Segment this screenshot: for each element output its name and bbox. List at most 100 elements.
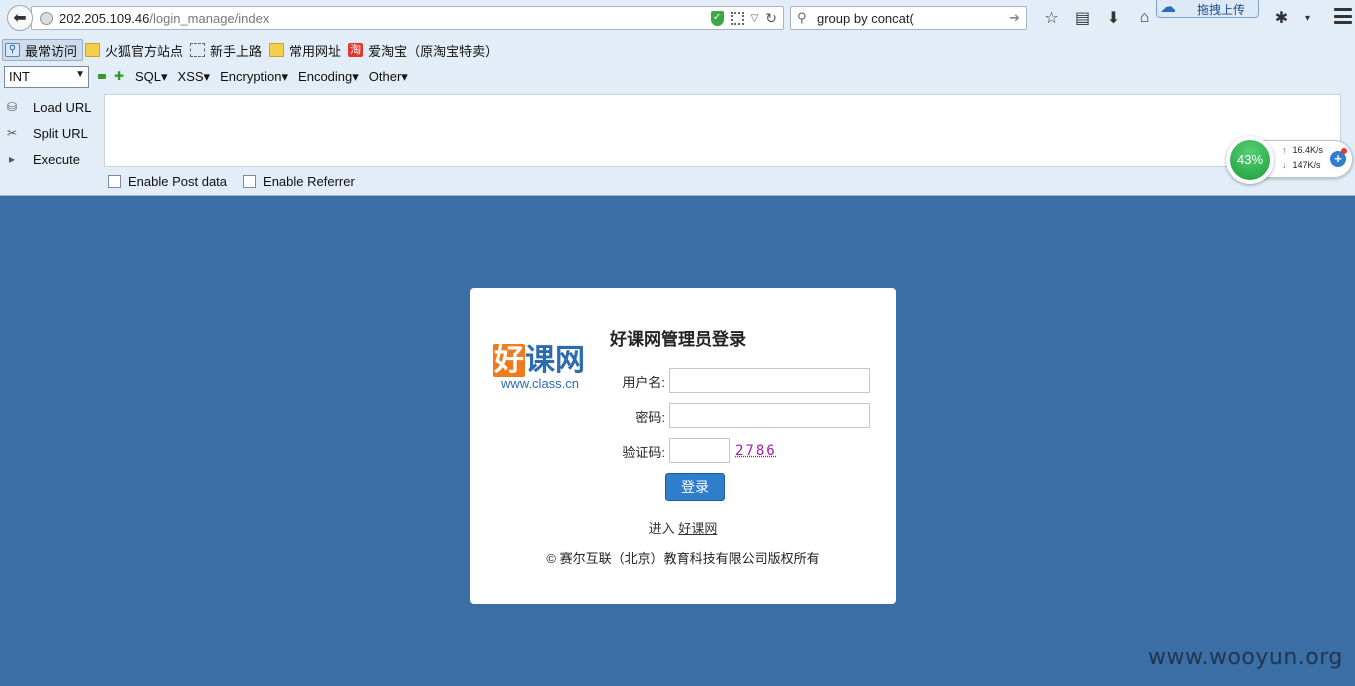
search-icon: ⚲ xyxy=(797,10,807,25)
menu-encoding[interactable]: Encoding▾ xyxy=(298,69,359,85)
select-arrow-icon: ▼ xyxy=(75,69,85,80)
upload-label: 拖拽上传 xyxy=(1197,3,1246,17)
menu-other[interactable]: Other▾ xyxy=(369,69,408,85)
split-url-button[interactable]: ✂ Split URL xyxy=(0,120,100,146)
menu-encryption[interactable]: Encryption▾ xyxy=(220,69,288,85)
search-go-icon[interactable]: ➔ xyxy=(1009,10,1020,26)
checkbox[interactable] xyxy=(243,175,257,188)
captcha-field[interactable] xyxy=(669,438,730,463)
checkbox-label: Enable Referrer xyxy=(263,174,355,189)
page-title: 好课网管理员登录 xyxy=(610,330,746,349)
load-url-button[interactable]: ⛁ Load URL xyxy=(0,94,100,120)
url-icons: ✓ ▽ ↻ xyxy=(710,10,777,27)
download-speed-value: 147K/s xyxy=(1292,160,1321,170)
logo-text-rest: 课网 xyxy=(525,344,585,377)
hamburger-menu-icon[interactable] xyxy=(1334,8,1352,24)
search-text[interactable]: group by concat( xyxy=(817,11,914,26)
back-arrow-icon: ⬅ xyxy=(13,10,27,27)
logo-text: 好课网 xyxy=(493,344,585,378)
watermark: www.wooyun.org xyxy=(1148,645,1343,670)
dropdown-history-icon[interactable]: ▽ xyxy=(751,13,759,24)
hackbar-menu: INT ▼ ✚ SQL▾ XSS▾ Encryption▾ Encoding▾ … xyxy=(0,64,1355,90)
menu-xss[interactable]: XSS▾ xyxy=(178,69,211,85)
enter-site-link[interactable]: 好课网 xyxy=(678,521,717,536)
download-speed: ↓ 147K/s xyxy=(1282,160,1321,170)
load-icon: ⛁ xyxy=(6,100,18,114)
bookmark-label: 新手上路 xyxy=(210,43,263,59)
page-icon xyxy=(190,43,206,57)
password-field[interactable] xyxy=(669,403,870,428)
captcha-label: 验证码: xyxy=(622,445,665,460)
username-field[interactable] xyxy=(669,368,870,393)
bookmark-most-visited[interactable]: ⚲ 最常访问 xyxy=(2,39,84,61)
folder-icon xyxy=(85,43,101,57)
int-select[interactable]: INT ▼ xyxy=(4,66,89,88)
enter-site-line: 进入 好课网 xyxy=(470,518,896,537)
enter-prefix: 进入 xyxy=(648,521,675,536)
decrease-icon[interactable] xyxy=(98,74,106,79)
reading-list-icon[interactable]: ▤ xyxy=(1067,6,1098,30)
logo-url: www.class.cn xyxy=(501,376,580,391)
taobao-icon: 淘 xyxy=(348,43,364,57)
menu-sql[interactable]: SQL▾ xyxy=(135,69,168,85)
bookmark-taobao[interactable]: 淘 爱淘宝（原淘宝特卖） xyxy=(346,39,503,61)
folder-icon xyxy=(269,43,285,57)
search-bar[interactable]: ⚲ group by concat( ➔ xyxy=(790,6,1027,30)
hackbar-actions: ⛁ Load URL ✂ Split URL ▸ Execute xyxy=(0,94,100,172)
bookmark-label: 常用网址 xyxy=(289,43,342,59)
magnifier-icon: ⚲ xyxy=(5,43,20,57)
captcha-image[interactable]: 2786 xyxy=(735,443,777,459)
url-path: /login_manage/index xyxy=(149,11,270,26)
bookmark-label: 火狐官方站点 xyxy=(105,43,184,59)
password-label: 密码: xyxy=(635,410,665,425)
globe-icon xyxy=(40,12,53,25)
bookmark-star-icon[interactable]: ☆ xyxy=(1036,6,1067,30)
toolbar-icons: ☆ ▤ ⬇ ⌂ xyxy=(1036,6,1160,30)
bookmark-label: 最常访问 xyxy=(25,43,78,59)
url-text[interactable]: 202.205.109.46/login_manage/index xyxy=(59,11,269,26)
browser-chrome: 202.205.109.46/login_manage/index ✓ ▽ ↻ … xyxy=(0,0,1355,196)
speed-percent: 43% xyxy=(1230,140,1270,180)
bookmarks-toolbar: ⚲ 最常访问 火狐官方站点 新手上路 常用网址 淘 爱淘宝（原淘宝特卖） xyxy=(0,38,1355,62)
logo-text-highlight: 好 xyxy=(493,344,525,377)
navigation-bar: 202.205.109.46/login_manage/index ✓ ▽ ↻ … xyxy=(0,0,1355,36)
checkbox-label: Enable Post data xyxy=(128,174,228,189)
upload-speed: ↑ 16.4K/s xyxy=(1282,145,1323,155)
split-url-label: Split URL xyxy=(33,125,88,141)
speed-ring: 43% xyxy=(1226,136,1274,184)
up-arrow-icon: ↑ xyxy=(1282,145,1287,155)
back-button[interactable]: ⬅ xyxy=(7,5,33,31)
upload-speed-value: 16.4K/s xyxy=(1292,145,1324,155)
site-logo: 好课网 www.class.cn xyxy=(493,344,593,394)
login-card: 好课网 www.class.cn 好课网管理员登录 用户名: 密码: 验证码: … xyxy=(470,288,896,604)
int-select-value: INT xyxy=(9,69,30,84)
reload-icon[interactable]: ↻ xyxy=(765,10,777,27)
download-icon[interactable]: ⬇ xyxy=(1098,6,1129,30)
enable-post-data-option[interactable]: Enable Post data xyxy=(108,174,227,189)
login-button[interactable]: 登录 xyxy=(665,473,725,501)
down-arrow-icon: ↓ xyxy=(1282,160,1287,170)
chevron-down-icon[interactable]: ▾ xyxy=(1292,6,1323,30)
qr-code-icon[interactable] xyxy=(730,12,744,25)
bookmark-firefox-site[interactable]: 火狐官方站点 xyxy=(83,39,188,61)
load-url-label: Load URL xyxy=(33,99,92,115)
execute-label: Execute xyxy=(33,151,80,167)
hackbar-menus: SQL▾ XSS▾ Encryption▾ Encoding▾ Other▾ xyxy=(135,69,418,85)
hackbar-url-textarea[interactable] xyxy=(104,94,1341,167)
network-speed-widget[interactable]: 43% ↑ 16.4K/s ↓ 147K/s + xyxy=(1226,136,1354,184)
enable-referrer-option[interactable]: Enable Referrer xyxy=(243,174,355,189)
url-host: 202.205.109.46 xyxy=(59,11,150,26)
drag-upload-button[interactable]: ☁ 拖拽上传 xyxy=(1156,0,1259,18)
play-icon: ▸ xyxy=(8,152,16,166)
bookmark-getting-started[interactable]: 新手上路 xyxy=(188,39,267,61)
increase-icon[interactable]: ✚ xyxy=(114,70,124,82)
execute-button[interactable]: ▸ Execute xyxy=(0,146,100,172)
scissors-icon: ✂ xyxy=(6,126,18,140)
hackbar-options: Enable Post data Enable Referrer xyxy=(108,174,371,189)
username-label: 用户名: xyxy=(622,375,665,390)
address-bar[interactable]: 202.205.109.46/login_manage/index ✓ ▽ ↻ xyxy=(31,6,784,30)
bookmark-common-sites[interactable]: 常用网址 xyxy=(267,39,346,61)
checkbox[interactable] xyxy=(108,175,121,188)
shield-icon[interactable]: ✓ xyxy=(710,11,724,26)
bookmark-label: 爱淘宝（原淘宝特卖） xyxy=(368,43,499,59)
